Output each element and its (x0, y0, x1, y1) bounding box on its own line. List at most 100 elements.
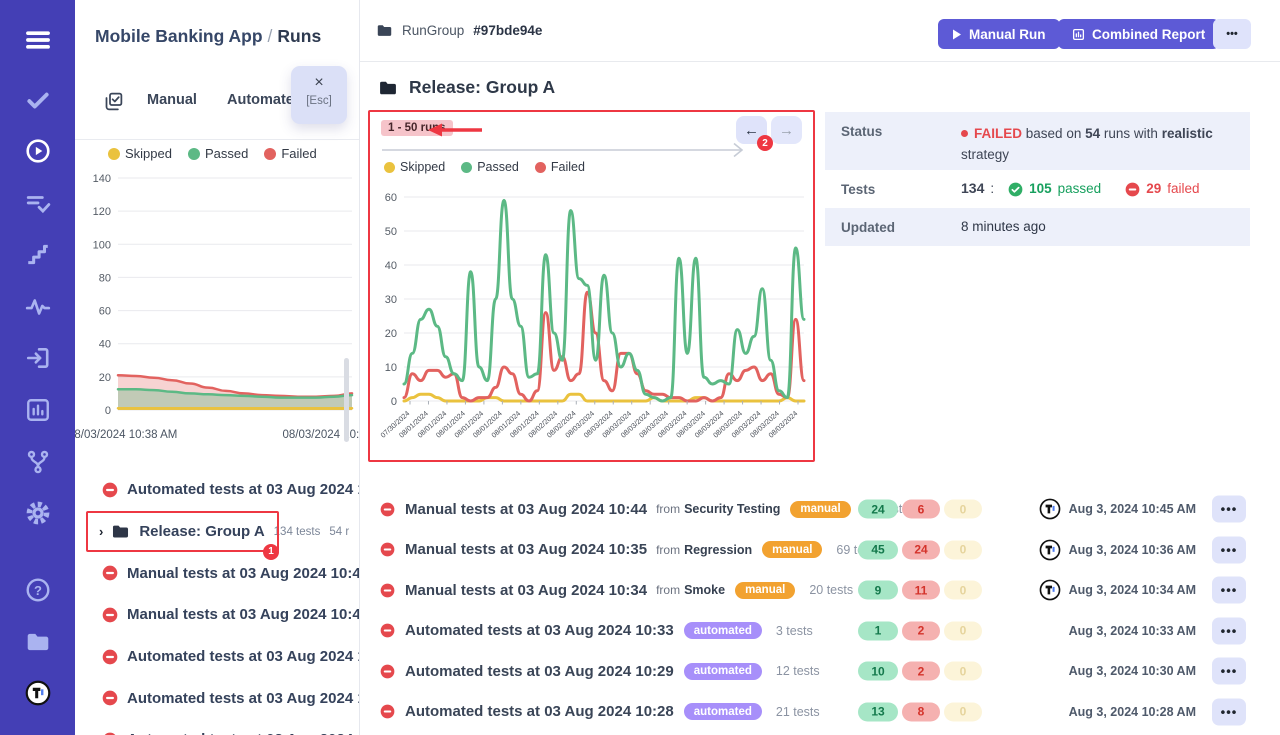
run-title: Automated tests at 03 Aug 2024 10:33 (405, 622, 674, 639)
run-row[interactable]: Automated tests at 03 Aug 2024 10:28auto… (368, 692, 1250, 733)
failed-minus-icon (102, 690, 118, 706)
folder-icon (378, 78, 398, 98)
icon-sidebar: ? (0, 0, 75, 735)
run-type-badge: manual (790, 501, 850, 518)
run-list-item[interactable]: Manual tests at 03 Aug 2024 10:42 (75, 594, 360, 636)
svg-text:120: 120 (93, 206, 111, 218)
run-date: Aug 3, 2024 10:33 AM (1069, 624, 1196, 638)
tests-row: Tests 134: 105 passed 29 failed (825, 170, 1250, 208)
report-logo-link[interactable] (1039, 579, 1061, 601)
play-circle-icon[interactable] (23, 136, 53, 166)
help-circle-icon[interactable]: ? (23, 575, 53, 605)
run-title: Manual tests at 03 Aug 2024 10:42 (127, 606, 360, 623)
run-type-badge: manual (735, 582, 795, 599)
sign-in-icon[interactable] (23, 343, 53, 373)
stairs-icon[interactable] (23, 240, 53, 270)
pagination-next-button[interactable]: → (771, 116, 802, 144)
svg-text:20: 20 (99, 372, 111, 384)
svg-text:0: 0 (391, 396, 397, 408)
run-list-item[interactable]: Manual tests at 03 Aug 2024 10:43 (75, 552, 360, 594)
gear-icon[interactable] (23, 498, 53, 528)
row-menu-button[interactable]: ••• (1212, 577, 1246, 604)
legend-skipped: Skipped (384, 160, 445, 174)
failed-pill: 6 (902, 500, 940, 519)
rungroup-breadcrumb: RunGroup #97bde94e (376, 22, 542, 39)
chevron-right-icon[interactable]: › (99, 524, 103, 539)
esc-tooltip[interactable]: × [Esc] (291, 66, 347, 124)
failed-pill: 2 (902, 621, 940, 640)
row-menu-button[interactable]: ••• (1212, 536, 1246, 563)
run-title: Manual tests at 03 Aug 2024 10:44 (405, 501, 647, 518)
svg-text:20: 20 (385, 328, 397, 340)
passed-pill: 24 (858, 500, 898, 519)
skipped-pill: 0 (944, 702, 982, 721)
testomat-logo-icon (1039, 539, 1061, 561)
svg-text:140: 140 (93, 173, 111, 185)
rungroup-label: RunGroup (402, 23, 464, 38)
row-menu-button[interactable]: ••• (1212, 617, 1246, 644)
status-table: Status FAILED based on 54 runs with real… (825, 112, 1250, 246)
folder-icon[interactable] (23, 627, 53, 657)
mini-chart-x-axis: 08/03/2024 10:38 AM 08/03/2024 10:39 (75, 429, 360, 445)
passed-pill: 9 (858, 581, 898, 600)
list-check-icon[interactable] (23, 189, 53, 219)
svg-text:60: 60 (99, 306, 111, 318)
scrollbar-thumb[interactable] (344, 358, 349, 442)
combined-report-button[interactable]: Combined Report (1058, 19, 1219, 49)
rungroup-id: #97bde94e (473, 23, 542, 38)
row-menu-button[interactable]: ••• (1212, 698, 1246, 725)
run-title: Manual tests at 03 Aug 2024 10:35 (405, 541, 647, 558)
close-icon[interactable]: × (291, 74, 347, 92)
run-row[interactable]: Automated tests at 03 Aug 2024 10:33auto… (368, 611, 1250, 652)
run-row[interactable]: Manual tests at 03 Aug 2024 10:34fromSmo… (368, 570, 1250, 611)
tests-label: Tests (841, 182, 961, 197)
run-source: Regression (684, 543, 752, 557)
failed-pill: 2 (902, 662, 940, 681)
testomat-logo-icon[interactable] (23, 678, 53, 708)
activity-icon[interactable] (23, 292, 53, 322)
legend-failed: Failed (535, 160, 585, 174)
run-list-item[interactable]: Automated tests at 03 Aug 2024 10 (75, 677, 360, 719)
more-button[interactable]: ••• (1213, 19, 1251, 49)
run-group-tests-count: 134 tests (274, 526, 321, 538)
svg-text:0: 0 (105, 405, 111, 417)
status-row: Status FAILED based on 54 runs with real… (825, 112, 1250, 170)
run-date: Aug 3, 2024 10:30 AM (1069, 664, 1196, 678)
row-menu-button[interactable]: ••• (1212, 496, 1246, 523)
run-list-item[interactable]: Automated tests at 03 Aug 2024 10 (75, 636, 360, 678)
play-icon (952, 29, 962, 40)
copy-check-icon[interactable] (103, 91, 124, 112)
check-icon[interactable] (23, 85, 53, 115)
updated-value: 8 minutes ago (961, 217, 1046, 238)
tests-count: 12 tests (776, 664, 820, 678)
run-row[interactable]: Manual tests at 03 Aug 2024 10:44fromSec… (368, 489, 1250, 530)
menu-icon[interactable] (23, 25, 53, 55)
svg-text:40: 40 (99, 339, 111, 351)
manual-run-button[interactable]: Manual Run (938, 19, 1060, 49)
report-logo-link[interactable] (1039, 498, 1061, 520)
breadcrumb-page: Runs (277, 26, 321, 46)
run-date: Aug 3, 2024 10:45 AM (1069, 502, 1196, 516)
x-label-left: 08/03/2024 10:38 AM (75, 429, 177, 441)
run-list-item[interactable]: Automated tests at 03 Aug 2024 10 (75, 469, 360, 511)
tab-manual[interactable]: Manual (147, 92, 197, 108)
report-logo-link[interactable] (1039, 539, 1061, 561)
passed-pill: 45 (858, 540, 898, 559)
run-list-group-item[interactable]: ›Release: Group A134 tests54 r1 (75, 511, 360, 553)
svg-text:40: 40 (385, 260, 397, 272)
run-row[interactable]: Manual tests at 03 Aug 2024 10:35fromReg… (368, 530, 1250, 571)
main-chart-legend: Skipped Passed Failed (384, 160, 585, 174)
branch-icon[interactable] (23, 447, 53, 477)
bar-chart-box-icon[interactable] (23, 395, 53, 425)
breadcrumb-project[interactable]: Mobile Banking App (95, 26, 263, 46)
run-type-badge: automated (684, 663, 762, 680)
status-label: Status (841, 124, 961, 139)
failed-minus-icon (102, 649, 118, 665)
failed-pill: 11 (902, 581, 940, 600)
failed-minus-icon (380, 542, 395, 557)
run-list-item[interactable]: Automated tests at 03 Aug 2024 10 (75, 719, 360, 735)
row-menu-button[interactable]: ••• (1212, 658, 1246, 685)
from-label: from (656, 583, 680, 597)
testomat-logo-icon (1039, 498, 1061, 520)
run-row[interactable]: Automated tests at 03 Aug 2024 10:29auto… (368, 651, 1250, 692)
